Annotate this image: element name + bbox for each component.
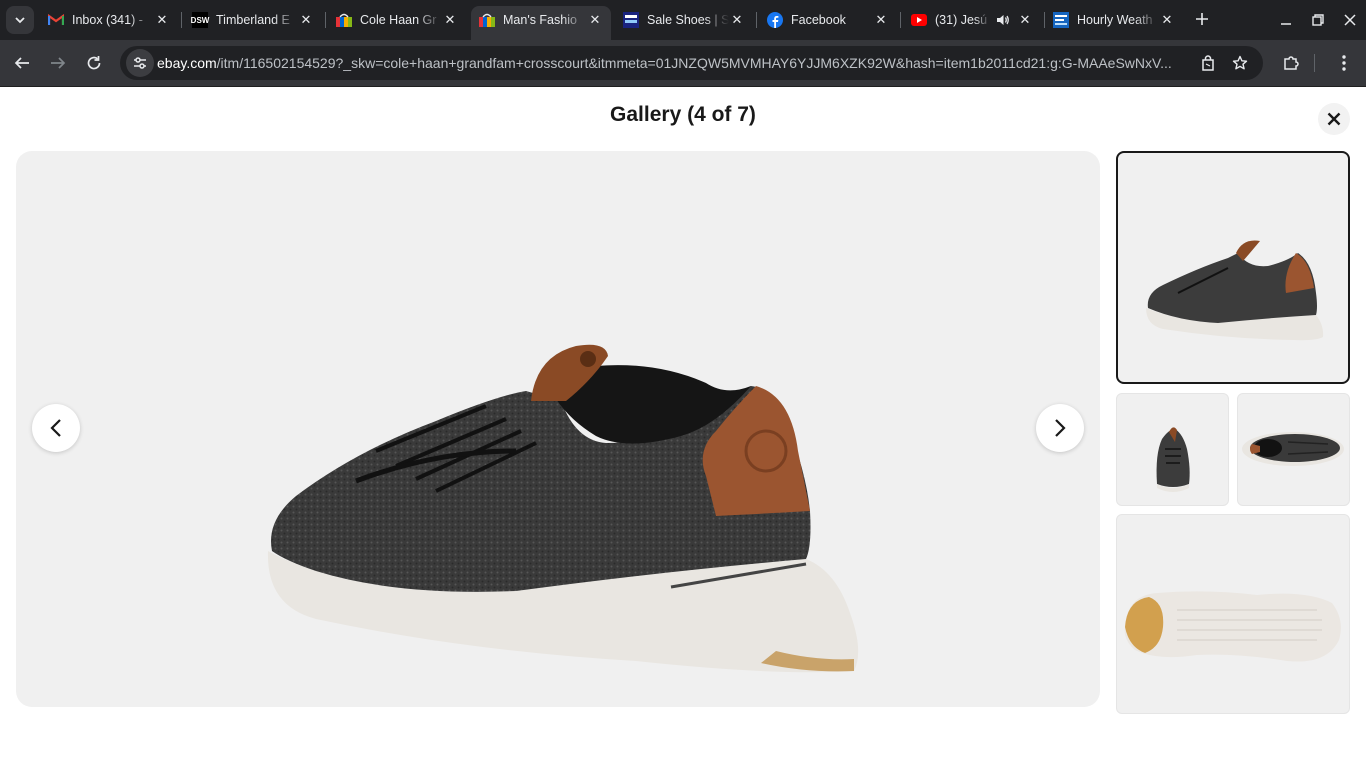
chevron-right-icon	[1055, 419, 1066, 437]
gmail-icon	[48, 12, 64, 28]
close-icon[interactable]: ✕	[873, 12, 889, 28]
puzzle-icon	[1284, 56, 1299, 70]
tab-strip: Inbox (341) - ✕ DSW Timberland E ✕ Cole …	[0, 0, 1366, 40]
browser-toolbar: ebay.com/itm/116502154529?_skw=cole+haan…	[0, 40, 1366, 86]
weather-icon	[1053, 12, 1069, 28]
chevron-down-icon	[15, 17, 25, 24]
site-info-button[interactable]	[126, 49, 154, 77]
sneaker-thumbnail	[1156, 427, 1190, 492]
tab-title: Facebook	[791, 13, 846, 27]
ebay-icon	[336, 12, 352, 28]
minimize-button[interactable]	[1274, 8, 1298, 32]
previous-image-button[interactable]	[32, 404, 80, 452]
thumbnail-front-view[interactable]	[1116, 393, 1229, 506]
shopping-bag-icon[interactable]	[1198, 53, 1218, 73]
close-icon[interactable]: ✕	[154, 12, 170, 28]
tab-search-button[interactable]	[6, 6, 34, 34]
sneaker-thumbnail	[1146, 240, 1324, 341]
close-icon[interactable]: ✕	[1159, 12, 1175, 28]
tab-title: Inbox (341) -	[72, 13, 143, 27]
tab-title: Sale Shoes | S	[647, 13, 729, 27]
tab-title: Cole Haan Gr	[360, 13, 437, 27]
tab-title: (31) Jesú	[935, 13, 988, 27]
next-image-button[interactable]	[1036, 404, 1084, 452]
reload-icon	[87, 56, 101, 70]
address-bar[interactable]: ebay.com/itm/116502154529?_skw=cole+haan…	[120, 46, 1263, 80]
dsw-icon: DSW	[191, 12, 209, 28]
thumbnail-side-rear-view[interactable]	[1116, 151, 1350, 384]
shoes-site-icon	[623, 12, 639, 28]
close-icon[interactable]: ✕	[442, 12, 458, 28]
gallery-title: Gallery (4 of 7)	[610, 103, 756, 126]
reload-button[interactable]	[80, 49, 108, 77]
sneaker-thumbnail	[1242, 432, 1344, 466]
close-icon	[1344, 14, 1356, 26]
youtube-icon	[911, 12, 927, 28]
tab-gmail[interactable]: Inbox (341) - ✕	[40, 6, 178, 34]
thumbnail-sole-view[interactable]	[1116, 514, 1350, 714]
url-text[interactable]: ebay.com/itm/116502154529?_skw=cole+haan…	[157, 55, 1183, 71]
close-icon	[1327, 112, 1341, 126]
chevron-left-icon	[50, 419, 61, 437]
tab-cole-haan[interactable]: Cole Haan Gr ✕	[328, 6, 466, 34]
bookmark-star-icon[interactable]	[1230, 53, 1250, 73]
sneaker-image	[267, 344, 859, 673]
forward-button[interactable]	[44, 49, 72, 77]
minimize-icon	[1281, 23, 1291, 25]
close-icon[interactable]: ✕	[587, 12, 603, 28]
speaker-icon[interactable]	[995, 12, 1011, 28]
url-host: ebay.com	[157, 55, 217, 71]
thumbnail-top-view[interactable]	[1237, 393, 1350, 506]
sneaker-thumbnail	[1124, 591, 1341, 662]
url-path: /itm/116502154529?_skw=cole+haan+grandfa…	[216, 55, 1172, 71]
new-tab-button[interactable]	[1192, 10, 1212, 30]
gallery-close-button[interactable]	[1318, 103, 1350, 135]
tab-facebook[interactable]: Facebook ✕	[759, 6, 897, 34]
main-product-image[interactable]	[16, 151, 1100, 707]
tab-title: Hourly Weath	[1077, 13, 1153, 27]
window-close-button[interactable]	[1338, 8, 1362, 32]
tab-title: Timberland E	[216, 13, 290, 27]
tab-title: Man's Fashio	[503, 13, 577, 27]
back-button[interactable]	[8, 49, 36, 77]
tab-sale-shoes[interactable]: Sale Shoes | S ✕	[615, 6, 753, 34]
ebay-icon	[479, 12, 495, 28]
tune-icon	[134, 57, 146, 69]
tab-timberland[interactable]: DSW Timberland E ✕	[184, 6, 322, 34]
close-icon[interactable]: ✕	[729, 12, 745, 28]
restore-button[interactable]	[1306, 8, 1330, 32]
restore-icon	[1312, 14, 1324, 26]
close-icon[interactable]: ✕	[298, 12, 314, 28]
tab-youtube[interactable]: (31) Jesú ✕	[903, 6, 1041, 34]
arrow-right-icon	[51, 57, 66, 69]
tab-hourly-weather[interactable]: Hourly Weath ✕	[1045, 6, 1183, 34]
arrow-left-icon	[14, 57, 29, 69]
plus-icon	[1196, 13, 1208, 25]
close-icon[interactable]: ✕	[1017, 12, 1033, 28]
extensions-button[interactable]	[1277, 49, 1305, 77]
facebook-icon	[767, 12, 783, 28]
more-vertical-icon	[1342, 55, 1346, 71]
tab-mans-fashion[interactable]: Man's Fashio ✕	[471, 6, 611, 40]
browser-menu-button[interactable]	[1330, 49, 1358, 77]
